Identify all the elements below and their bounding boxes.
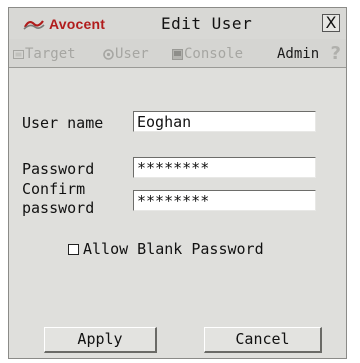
tab-target-label: Target xyxy=(25,46,76,62)
tab-bar: Target User Console Admin ? xyxy=(9,39,346,68)
window-title: Edit User xyxy=(161,14,253,33)
tab-user-label: User xyxy=(115,46,149,62)
apply-button[interactable]: Apply xyxy=(44,327,157,353)
avocent-logo: Avocent xyxy=(23,16,105,32)
tab-user[interactable]: User xyxy=(103,45,149,63)
tab-admin-label: Admin xyxy=(277,46,320,62)
help-icon[interactable]: ? xyxy=(331,43,341,64)
edit-user-dialog: Avocent Edit User X Target User Console … xyxy=(8,7,347,359)
tab-console-label: Console xyxy=(184,46,244,62)
close-icon: X xyxy=(325,13,337,32)
username-input[interactable] xyxy=(133,111,316,132)
tab-console[interactable]: Console xyxy=(172,45,243,63)
password-input[interactable] xyxy=(133,157,316,178)
allow-blank-password-label: Allow Blank Password xyxy=(83,240,264,258)
confirm-password-input[interactable] xyxy=(133,190,316,211)
username-label: User name xyxy=(22,114,104,132)
cancel-button[interactable]: Cancel xyxy=(204,327,322,353)
tab-target[interactable]: Target xyxy=(13,45,76,63)
allow-blank-password-option[interactable]: Allow Blank Password xyxy=(68,240,264,258)
console-icon xyxy=(172,48,183,60)
close-button[interactable]: X xyxy=(322,14,340,32)
password-label: Password xyxy=(22,160,95,178)
allow-blank-password-checkbox[interactable] xyxy=(68,243,79,255)
confirm-label-line1: Confirm xyxy=(22,180,86,198)
avocent-logo-icon xyxy=(23,20,45,30)
brand-name: Avocent xyxy=(49,16,106,32)
title-bar[interactable]: Avocent Edit User X xyxy=(9,8,346,40)
target-icon xyxy=(13,49,24,59)
confirm-label-line2: password xyxy=(22,199,95,217)
confirm-password-label: Confirm password xyxy=(22,180,94,218)
user-icon xyxy=(103,48,114,60)
tab-admin[interactable]: Admin xyxy=(277,45,319,63)
